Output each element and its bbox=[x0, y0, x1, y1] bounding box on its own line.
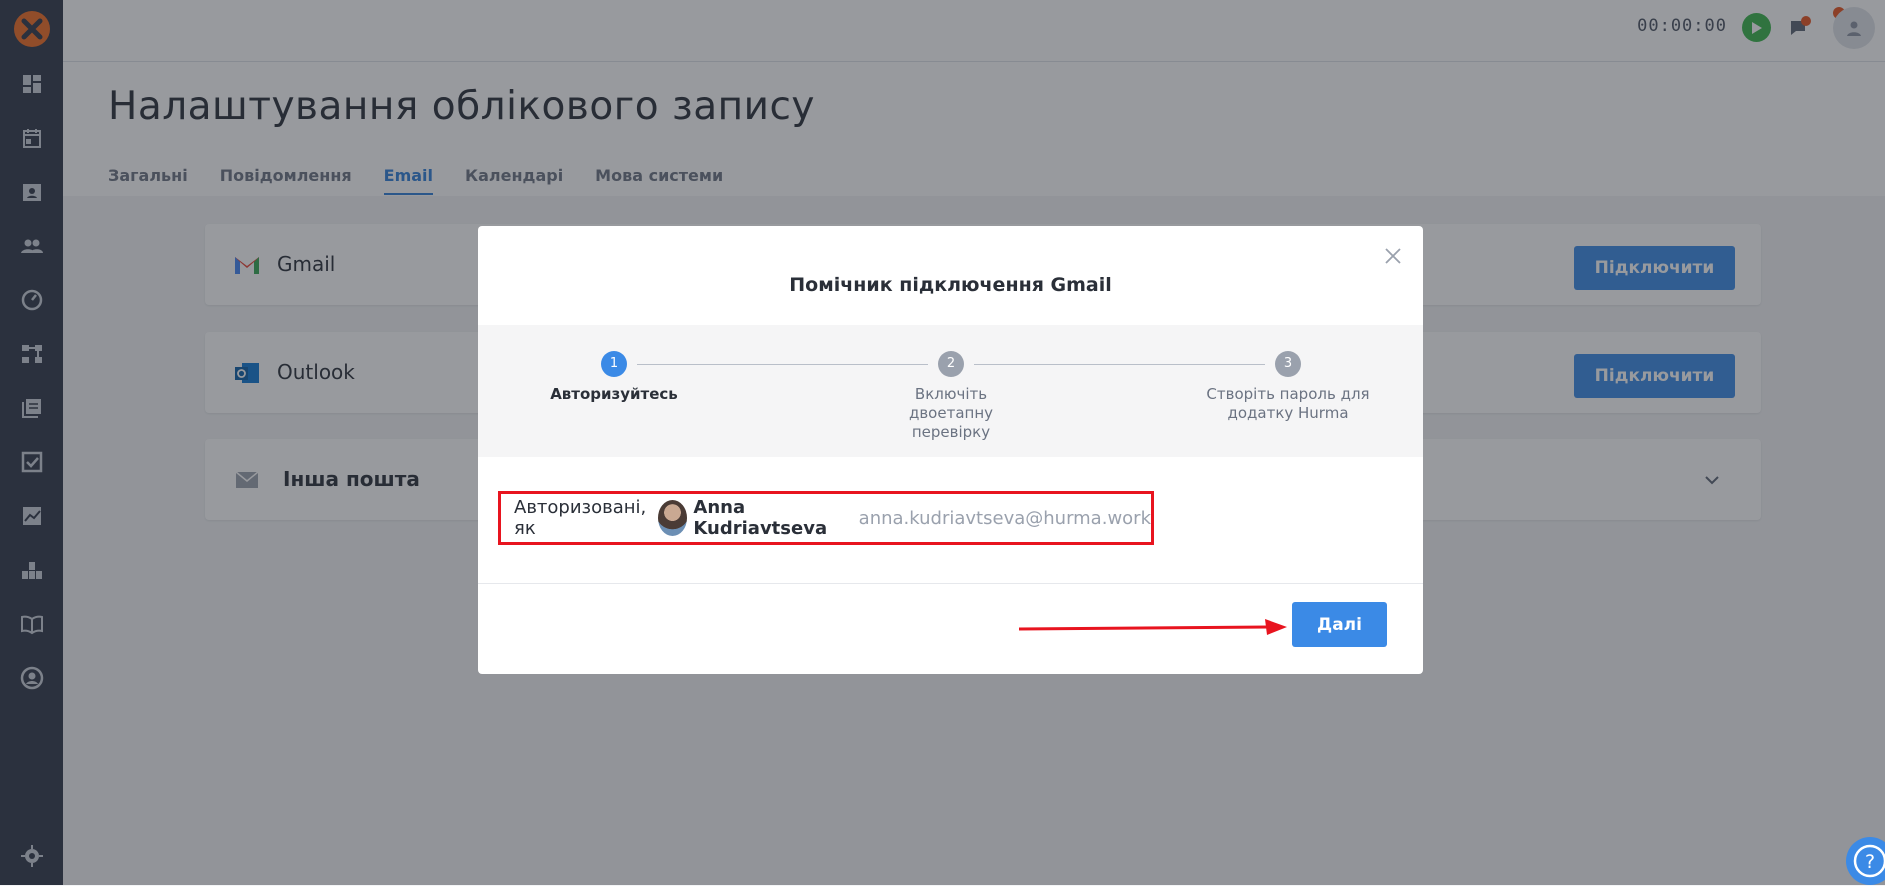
avatar bbox=[658, 500, 688, 536]
stepper: 1 Авторизуйтесь 2 Включіть двоетапну пер… bbox=[478, 325, 1423, 457]
step-number: 2 bbox=[938, 351, 964, 377]
step-3: 3 Створіть пароль для додатку Hurma bbox=[1188, 351, 1388, 423]
step-number: 1 bbox=[601, 351, 627, 377]
step-label: Створіть пароль для додатку Hurma bbox=[1206, 385, 1370, 422]
authorized-account: Авторизовані, як Anna Kudriavtseva anna.… bbox=[498, 491, 1154, 545]
step-number: 3 bbox=[1275, 351, 1301, 377]
gmail-wizard-modal: Помічник підключення Gmail 1 Авторизуйте… bbox=[478, 226, 1423, 674]
svg-text:?: ? bbox=[1865, 851, 1875, 873]
modal-title: Помічник підключення Gmail bbox=[789, 274, 1112, 296]
auth-prefix: Авторизовані, як bbox=[514, 497, 647, 539]
auth-email: anna.kudriavtseva@hurma.work bbox=[858, 507, 1151, 529]
divider bbox=[478, 583, 1423, 584]
auth-name: Anna Kudriavtseva bbox=[693, 497, 828, 539]
step-1: 1 Авторизуйтесь bbox=[514, 351, 714, 404]
close-icon[interactable] bbox=[1383, 246, 1403, 266]
step-label: Включіть двоетапну перевірку bbox=[908, 385, 994, 441]
annotation-arrow-icon bbox=[1018, 619, 1287, 635]
next-button[interactable]: Далі bbox=[1292, 602, 1387, 647]
step-2: 2 Включіть двоетапну перевірку bbox=[851, 351, 1051, 442]
step-label: Авторизуйтесь bbox=[550, 385, 678, 403]
help-icon[interactable]: ? bbox=[1835, 836, 1885, 886]
